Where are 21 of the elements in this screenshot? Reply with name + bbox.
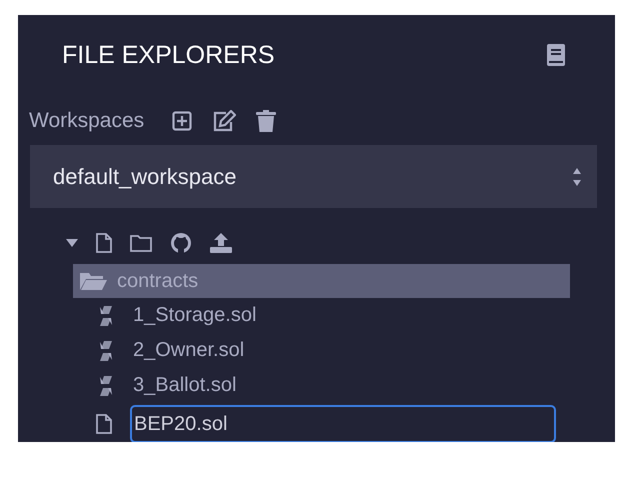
panel-title: FILE EXPLORERS xyxy=(62,40,275,70)
folder-icon[interactable] xyxy=(130,234,152,252)
book-icon[interactable] xyxy=(547,44,565,66)
file-icon[interactable] xyxy=(96,233,112,253)
dropdown-arrows-icon xyxy=(572,166,582,186)
add-icon[interactable] xyxy=(172,111,192,131)
file-row[interactable]: 1_Storage.sol xyxy=(18,298,615,333)
caret-icon[interactable] xyxy=(66,239,78,247)
file-row[interactable]: 2_Owner.sol xyxy=(18,333,615,368)
solidity-icon xyxy=(99,374,113,396)
workspaces-label: Workspaces xyxy=(29,109,144,133)
edit-icon[interactable] xyxy=(212,110,236,132)
file-icon xyxy=(96,414,112,434)
trash-icon[interactable] xyxy=(256,110,276,132)
solidity-icon xyxy=(99,304,113,326)
github-icon[interactable] xyxy=(170,232,192,254)
workspace-select[interactable]: default_workspace xyxy=(30,145,597,208)
upload-icon[interactable] xyxy=(210,233,232,253)
solidity-icon xyxy=(99,340,113,362)
filename-input[interactable]: BEP20.sol xyxy=(130,405,556,442)
file-row[interactable]: 3_Ballot.sol xyxy=(18,368,615,403)
